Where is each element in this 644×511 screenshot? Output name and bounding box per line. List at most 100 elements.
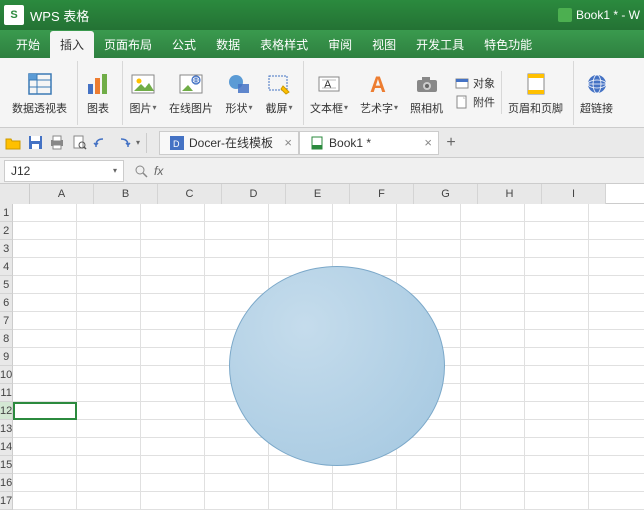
attachment-label: 附件 [473, 94, 495, 110]
menu-特色功能[interactable]: 特色功能 [474, 31, 542, 58]
tab-label: Book1 * [329, 136, 371, 150]
dropdown-icon: ▾ [394, 103, 398, 112]
add-tab-button[interactable]: + [439, 131, 463, 155]
ribbon-camera[interactable]: 照相机 [404, 68, 449, 118]
app-title: WPS 表格 [30, 6, 558, 25]
menu-插入[interactable]: 插入 [50, 31, 94, 58]
ribbon-textbox[interactable]: A 文本框▾ [304, 68, 354, 118]
doc-name: Book1 * - W [576, 8, 640, 22]
menu-开发工具[interactable]: 开发工具 [406, 31, 474, 58]
chart-icon [84, 70, 112, 98]
ribbon-wordart[interactable]: A 艺术字▾ [354, 68, 404, 118]
select-all-corner[interactable] [0, 184, 30, 204]
ribbon: 数据透视表 图表 图片▾ 在线图片 形状▾ 截屏▾ A 文本框▾ [0, 58, 644, 128]
ribbon-image[interactable]: 图片▾ [123, 68, 163, 118]
ribbon-header-footer[interactable]: 页眉和页脚 [502, 61, 574, 125]
save-icon[interactable] [26, 134, 44, 152]
col-header[interactable]: D [222, 184, 286, 204]
ribbon-screenshot[interactable]: 截屏▾ [259, 61, 304, 125]
row-header[interactable]: 15 [0, 456, 13, 474]
svg-text:A: A [370, 72, 386, 96]
row-header[interactable]: 17 [0, 492, 13, 510]
col-header[interactable]: C [158, 184, 222, 204]
doc-tab[interactable]: Book1 * × [299, 131, 439, 155]
docer-icon: D [170, 136, 184, 150]
namebox-dropdown-icon[interactable]: ▾ [113, 166, 117, 175]
cells-area[interactable] [13, 204, 644, 511]
online-image-icon [177, 70, 205, 98]
col-header[interactable]: H [478, 184, 542, 204]
doc-tab[interactable]: DDocer-在线模板× [159, 131, 299, 155]
formula-bar: J12 ▾ fx [0, 158, 644, 184]
col-header[interactable]: F [350, 184, 414, 204]
row-header[interactable]: 9 [0, 348, 13, 366]
row-header[interactable]: 8 [0, 330, 13, 348]
menu-页面布局[interactable]: 页面布局 [94, 31, 162, 58]
attachment-icon [455, 95, 469, 109]
col-header[interactable]: E [286, 184, 350, 204]
row-header[interactable]: 12 [0, 402, 13, 420]
chart-label: 图表 [87, 100, 109, 116]
row-header[interactable]: 6 [0, 294, 13, 312]
wordart-icon: A [365, 70, 393, 98]
screenshot-icon [265, 70, 293, 98]
pivot-label: 数据透视表 [12, 100, 67, 116]
col-header[interactable]: B [94, 184, 158, 204]
row-header[interactable]: 16 [0, 474, 13, 492]
undo-icon[interactable] [92, 134, 110, 152]
textbox-icon: A [315, 70, 343, 98]
header-footer-label: 页眉和页脚 [508, 100, 563, 116]
col-header[interactable]: G [414, 184, 478, 204]
document-tabs: DDocer-在线模板× Book1 * × + [159, 131, 640, 155]
ribbon-object[interactable]: 对象 [455, 75, 495, 91]
ribbon-pivot-table[interactable]: 数据透视表 [6, 61, 78, 125]
online-image-label: 在线图片 [169, 100, 213, 116]
row-header[interactable]: 5 [0, 276, 13, 294]
image-icon [129, 70, 157, 98]
row-header[interactable]: 14 [0, 438, 13, 456]
close-icon[interactable]: × [424, 135, 432, 150]
menu-bar: 开始插入页面布局公式数据表格样式审阅视图开发工具特色功能 [0, 30, 644, 58]
col-header[interactable]: I [542, 184, 606, 204]
svg-text:A: A [324, 79, 332, 91]
spreadsheet-grid[interactable]: ABCDEFGHI 1234567891011121314151617 [0, 184, 644, 511]
row-header[interactable]: 3 [0, 240, 13, 258]
svg-text:D: D [173, 139, 180, 149]
fx-label[interactable]: fx [154, 164, 163, 178]
row-header[interactable]: 2 [0, 222, 13, 240]
ribbon-hyperlink[interactable]: 超链接 [574, 68, 619, 118]
print-preview-icon[interactable] [70, 134, 88, 152]
ribbon-shape[interactable]: 形状▾ [219, 68, 259, 118]
menu-公式[interactable]: 公式 [162, 31, 206, 58]
name-box[interactable]: J12 ▾ [4, 160, 124, 182]
col-header[interactable]: A [30, 184, 94, 204]
row-header[interactable]: 7 [0, 312, 13, 330]
ribbon-insert-small: 对象 附件 [449, 71, 502, 114]
menu-视图[interactable]: 视图 [362, 31, 406, 58]
menu-开始[interactable]: 开始 [6, 31, 50, 58]
row-header[interactable]: 10 [0, 366, 13, 384]
menu-表格样式[interactable]: 表格样式 [250, 31, 318, 58]
row-header[interactable]: 11 [0, 384, 13, 402]
menu-数据[interactable]: 数据 [206, 31, 250, 58]
document-indicator: Book1 * - W [558, 8, 640, 22]
row-header[interactable]: 4 [0, 258, 13, 276]
row-header[interactable]: 1 [0, 204, 13, 222]
dropdown-icon: ▾ [248, 103, 252, 112]
print-icon[interactable] [48, 134, 66, 152]
ribbon-online-image[interactable]: 在线图片 [163, 68, 219, 118]
ribbon-chart[interactable]: 图表 [78, 61, 123, 125]
ribbon-attachment[interactable]: 附件 [455, 94, 495, 110]
image-label: 图片 [129, 100, 151, 116]
qat-dropdown-icon[interactable]: ▾ [136, 138, 140, 147]
redo-icon[interactable] [114, 134, 132, 152]
fx-search-icon[interactable] [134, 164, 148, 178]
app-logo-icon: S [4, 5, 24, 25]
textbox-label: 文本框 [310, 100, 343, 116]
open-icon[interactable] [4, 134, 22, 152]
menu-审阅[interactable]: 审阅 [318, 31, 362, 58]
row-header[interactable]: 13 [0, 420, 13, 438]
screenshot-label: 截屏 [265, 100, 287, 116]
oval-shape[interactable] [229, 266, 445, 466]
close-icon[interactable]: × [284, 135, 292, 150]
